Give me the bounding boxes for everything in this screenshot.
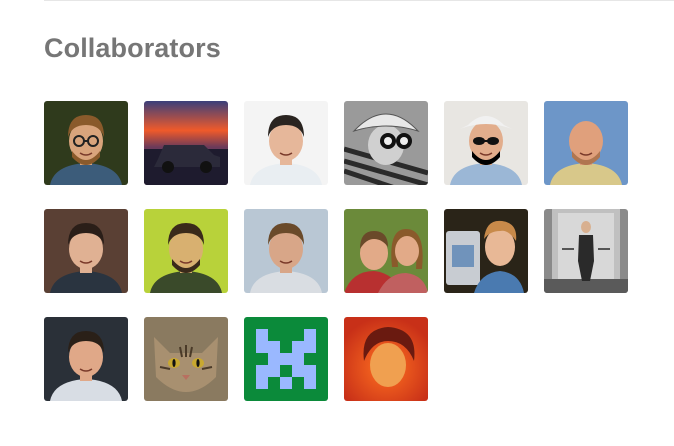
collaborator-avatar[interactable] <box>344 209 428 293</box>
man-with-laptop-avatar-image <box>444 209 528 293</box>
collaborator-avatar[interactable] <box>444 101 528 185</box>
collaborator-avatar[interactable] <box>544 101 628 185</box>
person-with-sunglasses-bw-avatar-image <box>344 101 428 185</box>
collaborator-avatar[interactable] <box>44 317 128 401</box>
man-green-light-avatar-image <box>144 209 228 293</box>
smiling-man-avatar-image <box>244 101 328 185</box>
bald-man-sky-avatar-image <box>544 101 628 185</box>
man-red-lighting-avatar-image <box>344 317 428 401</box>
man-outdoors-avatar-image <box>244 209 328 293</box>
collaborator-avatar[interactable] <box>244 209 328 293</box>
collaborator-avatar-grid <box>44 101 628 401</box>
person-in-elevator-avatar-image <box>544 209 628 293</box>
collaborator-avatar[interactable] <box>544 209 628 293</box>
collaborator-avatar[interactable] <box>144 209 228 293</box>
collaborator-avatar[interactable] <box>144 101 228 185</box>
pixel-identicon-avatar-image <box>244 317 328 401</box>
collaborators-section: Collaborators <box>0 0 674 446</box>
collaborator-avatar[interactable] <box>144 317 228 401</box>
collaborator-avatar[interactable] <box>344 317 428 401</box>
collaborator-avatar[interactable] <box>344 101 428 185</box>
collaborator-avatar[interactable] <box>44 209 128 293</box>
tabby-cat-avatar-image <box>144 317 228 401</box>
man-in-hat-sunglasses-avatar-image <box>444 101 528 185</box>
car-at-sunset-avatar-image <box>144 101 228 185</box>
collaborator-avatar[interactable] <box>444 209 528 293</box>
top-divider <box>44 0 674 1</box>
couple-selfie-avatar-image <box>344 209 428 293</box>
bearded-man-glasses-avatar-image <box>44 101 128 185</box>
speaker-on-stage-avatar-image <box>44 317 128 401</box>
collaborator-avatar[interactable] <box>244 101 328 185</box>
collaborator-avatar[interactable] <box>44 101 128 185</box>
section-title: Collaborators <box>44 33 221 63</box>
collaborator-avatar[interactable] <box>244 317 328 401</box>
man-brick-wall-avatar-image <box>44 209 128 293</box>
